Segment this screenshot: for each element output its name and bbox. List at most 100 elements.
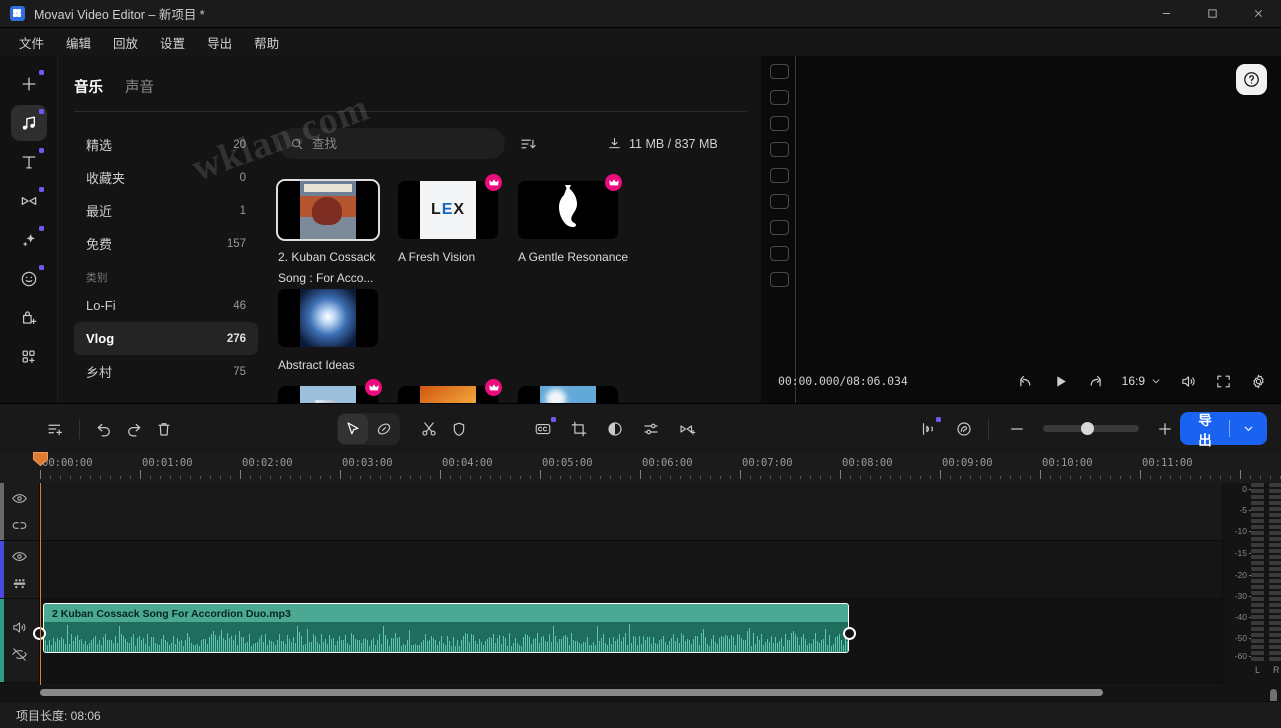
rail-item-add-media[interactable] — [11, 66, 47, 102]
music-card[interactable]: Adventures With — [398, 379, 518, 403]
music-card[interactable]: African Vibe — [518, 386, 638, 403]
scrollbar-thumb[interactable] — [40, 689, 1103, 696]
music-thumbnail[interactable]: LEX — [398, 181, 498, 239]
category-free[interactable]: 免费 157 — [74, 227, 258, 260]
music-card[interactable]: LEX A Fresh Vision — [398, 174, 518, 289]
waveform-bar — [317, 642, 318, 652]
music-thumbnail[interactable] — [278, 289, 378, 347]
tab-sounds[interactable]: 声音 — [125, 76, 154, 101]
select-tool[interactable] — [337, 413, 368, 444]
rewind-button[interactable] — [1017, 373, 1034, 390]
eye-icon[interactable] — [10, 546, 30, 566]
music-thumbnail[interactable] — [518, 386, 618, 403]
track-content[interactable]: 2 Kuban Cossack Song For Accordion Duo.m… — [33, 599, 1281, 682]
category-featured[interactable]: 精选 20 — [74, 128, 258, 161]
music-thumbnail[interactable] — [518, 181, 618, 239]
genre-country[interactable]: 乡村 75 — [74, 355, 258, 388]
music-thumbnail[interactable] — [398, 386, 498, 403]
rail-item-titles[interactable] — [11, 144, 47, 180]
horizontal-scrollbar[interactable] — [0, 685, 1281, 701]
add-track-button[interactable] — [40, 414, 70, 444]
zoom-slider[interactable] — [1043, 422, 1140, 435]
music-card[interactable]: Abstract Ideas — [278, 289, 398, 376]
ruler-minor-tick — [990, 476, 991, 479]
zoom-out-button[interactable] — [1002, 414, 1032, 444]
track-content[interactable] — [40, 541, 1281, 598]
marker-button[interactable] — [444, 414, 474, 444]
forward-button[interactable] — [1087, 373, 1104, 390]
minimize-button[interactable] — [1143, 0, 1189, 28]
eye-off-icon[interactable] — [10, 644, 30, 664]
rail-item-effects[interactable] — [11, 222, 47, 258]
cut-button[interactable] — [414, 414, 444, 444]
speaker-icon[interactable] — [10, 617, 30, 637]
fullscreen-button[interactable] — [1215, 373, 1232, 390]
rail-item-transitions[interactable] — [11, 183, 47, 219]
track-content[interactable] — [40, 483, 1281, 540]
music-card[interactable]: A Gentle Resonance — [518, 174, 638, 289]
crop-button[interactable] — [564, 414, 594, 444]
sort-descending-icon[interactable] — [517, 133, 539, 155]
color-button[interactable] — [600, 414, 630, 444]
music-thumbnail[interactable] — [278, 386, 378, 403]
audio-separate-button[interactable] — [913, 414, 943, 444]
music-card[interactable]: 2. Kuban Cossack Song : For Acco... — [278, 181, 398, 289]
eye-icon[interactable] — [10, 488, 30, 508]
sprocket-hole — [769, 246, 789, 261]
play-button[interactable] — [1052, 373, 1069, 390]
aspect-ratio-selector[interactable]: 16:9 — [1122, 374, 1162, 388]
zoom-in-button[interactable] — [1150, 414, 1180, 444]
category-recent[interactable]: 最近 1 — [74, 194, 258, 227]
ruler-minor-tick — [750, 476, 751, 479]
menu-edit[interactable]: 编辑 — [55, 29, 102, 56]
waveform-bar — [273, 641, 274, 652]
rail-item-music[interactable] — [10, 105, 47, 141]
category-favorites[interactable]: 收藏夹 0 — [74, 161, 258, 194]
genre-vlog[interactable]: Vlog 276 — [74, 322, 258, 355]
ruler-major-tick — [940, 470, 941, 479]
music-thumbnail[interactable] — [278, 181, 378, 239]
waveform-bar — [119, 625, 120, 652]
genre-count: 276 — [226, 332, 246, 345]
delete-button[interactable] — [149, 414, 179, 444]
captions-button[interactable] — [528, 414, 558, 444]
keyframe-button[interactable] — [672, 414, 702, 444]
link-icon[interactable] — [10, 515, 30, 535]
help-button[interactable] — [1236, 64, 1267, 95]
music-card[interactable]: Accepting — [278, 379, 398, 403]
waveform-bar — [425, 634, 426, 652]
audio-effects-button[interactable] — [949, 414, 979, 444]
undo-button[interactable] — [89, 414, 119, 444]
close-button[interactable] — [1235, 0, 1281, 28]
settings-sliders-button[interactable] — [636, 414, 666, 444]
timeline-ruler[interactable]: 00:00:00 00:01:00 00:02:00 00:03:00 00:0… — [0, 453, 1281, 483]
tab-music[interactable]: 音乐 — [74, 76, 103, 101]
waveform-bar — [309, 642, 310, 652]
waveform-bar — [693, 639, 694, 652]
audio-clip[interactable]: 2 Kuban Cossack Song For Accordion Duo.m… — [43, 603, 849, 653]
menu-file[interactable]: 文件 — [8, 29, 55, 56]
export-button[interactable]: 导出 — [1180, 412, 1267, 448]
keyframes-icon[interactable] — [10, 573, 30, 593]
search-box[interactable] — [278, 128, 505, 159]
menu-settings[interactable]: 设置 — [149, 29, 196, 56]
slip-tool[interactable] — [369, 414, 399, 444]
export-dropdown-button[interactable] — [1230, 422, 1267, 435]
playhead-handle[interactable] — [33, 452, 48, 467]
redo-button[interactable] — [119, 414, 149, 444]
menu-export[interactable]: 导出 — [196, 29, 243, 56]
zoom-slider-handle[interactable] — [1081, 422, 1095, 435]
volume-button[interactable] — [1180, 373, 1197, 390]
clip-trim-handle-right[interactable] — [843, 627, 856, 640]
waveform-bar — [751, 645, 752, 652]
settings-button[interactable] — [1250, 373, 1267, 390]
menu-help[interactable]: 帮助 — [243, 29, 290, 56]
maximize-button[interactable] — [1189, 0, 1235, 28]
ruler-minor-tick — [110, 476, 111, 479]
rail-item-more-tools[interactable] — [11, 339, 47, 375]
search-input[interactable] — [312, 136, 493, 151]
menu-playback[interactable]: 回放 — [102, 29, 149, 56]
genre-lofi[interactable]: Lo-Fi 46 — [74, 289, 258, 322]
rail-item-stickers[interactable] — [11, 261, 47, 297]
rail-item-store[interactable] — [11, 300, 47, 336]
